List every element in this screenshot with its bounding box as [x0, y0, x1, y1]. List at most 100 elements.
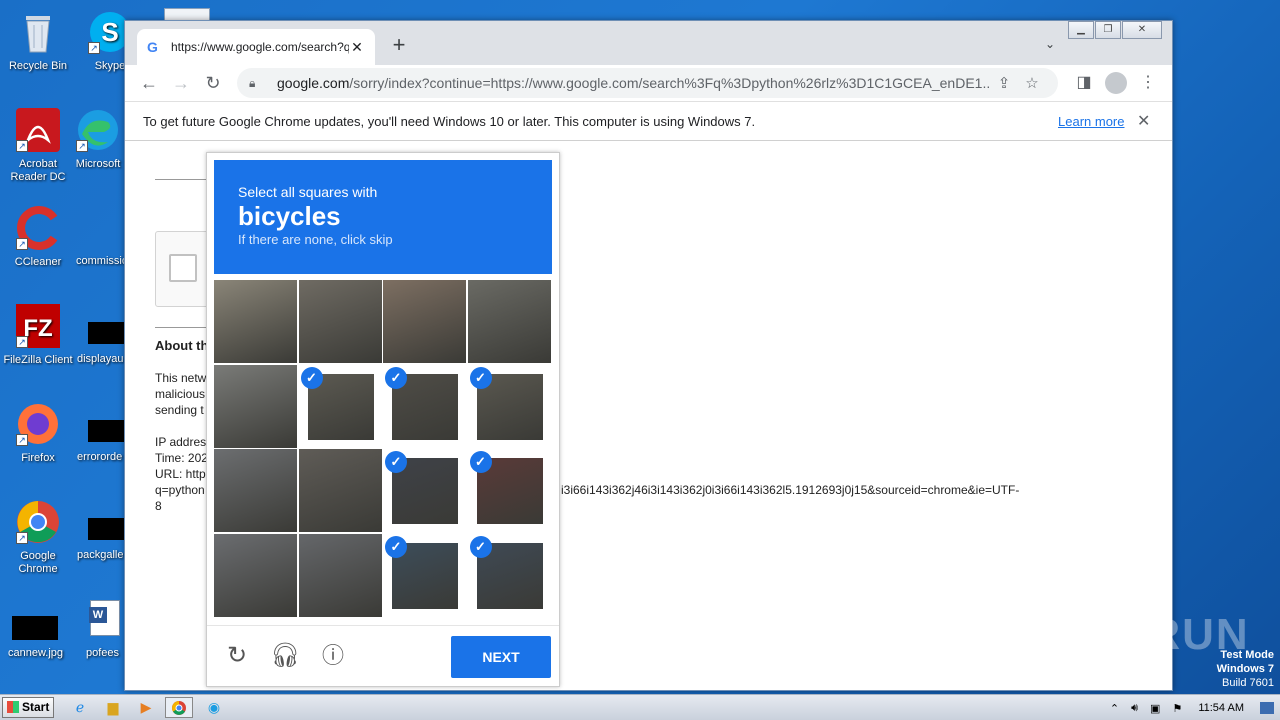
show-desktop-icon[interactable]	[1260, 702, 1274, 714]
share-icon[interactable]: ⇪	[990, 74, 1018, 92]
image-tile[interactable]	[467, 280, 551, 363]
challenge-footer: ↻ 🎧︎ ⓘ NEXT	[207, 625, 559, 687]
svg-text:S: S	[101, 17, 118, 47]
tile-image	[298, 533, 382, 617]
infobar-close-icon[interactable]: ✕	[1137, 111, 1150, 131]
restore-button[interactable]: ❐	[1095, 21, 1121, 39]
google-favicon-icon: G	[147, 39, 158, 55]
back-button[interactable]: ←	[133, 73, 165, 94]
action-center-flag-icon[interactable]: ⚑	[1172, 702, 1182, 715]
image-tile[interactable]	[214, 449, 297, 532]
tab-search-chevron-down-icon[interactable]: ⌄	[1045, 37, 1055, 51]
start-label: Start	[22, 700, 50, 714]
desktop-label-errororde[interactable]: errororde	[77, 451, 122, 463]
tile-image	[214, 449, 297, 532]
selected-check-icon: ✓	[469, 535, 492, 558]
tab-strip: G https://www.google.com/search?q= ✕ + ⌄…	[125, 21, 1172, 65]
image-tile[interactable]: ✓	[383, 449, 466, 532]
audio-challenge-headphones-icon[interactable]: 🎧︎	[270, 641, 300, 671]
close-window-button[interactable]: ✕	[1122, 21, 1162, 39]
clock[interactable]: 11:54 AM	[1198, 702, 1244, 714]
next-button[interactable]: NEXT	[451, 636, 551, 678]
taskbar-media-player-icon[interactable]: ▶	[132, 697, 160, 718]
bookmark-star-icon[interactable]: ☆	[1018, 74, 1046, 92]
desktop-label-displayau[interactable]: displayau	[77, 353, 123, 365]
selected-check-icon: ✓	[469, 366, 492, 389]
reload-button[interactable]: ↻	[197, 73, 229, 94]
side-panel-icon[interactable]: ◨	[1068, 71, 1100, 95]
image-tile[interactable]	[214, 280, 297, 363]
browser-toolbar: ← → ↻ 🔒︎ google.com/sorry/index?continue…	[125, 65, 1172, 101]
page-paragraph: This netw	[155, 371, 207, 385]
info-icon[interactable]: ⓘ	[318, 641, 348, 671]
taskbar-edge-icon[interactable]: ◉	[200, 697, 228, 718]
reload-challenge-icon[interactable]: ↻	[222, 641, 252, 671]
volume-icon[interactable]: 🔊︎	[1131, 702, 1138, 715]
image-tile[interactable]: ✓	[467, 364, 551, 448]
url-line-3: 8	[155, 499, 162, 513]
tile-image	[214, 364, 297, 448]
desktop-icon-chrome[interactable]: ↗ Google Chrome	[0, 498, 76, 576]
taskbar-explorer-icon[interactable]: ▆	[99, 697, 127, 718]
recaptcha-checkbox[interactable]	[169, 254, 197, 282]
tab-google-search[interactable]: G https://www.google.com/search?q= ✕	[137, 29, 375, 65]
desktop-icon-ccleaner[interactable]: ↗ CCleaner	[0, 204, 76, 269]
chrome-icon: ↗	[14, 498, 62, 546]
desktop-label-pofees[interactable]: pofees	[86, 647, 119, 659]
tile-image	[467, 280, 551, 363]
tray-expand-icon[interactable]: ⌃	[1110, 702, 1119, 715]
taskbar-ie-icon[interactable]: ℯ	[66, 697, 94, 718]
page-paragraph: malicious	[155, 387, 206, 401]
selected-check-icon: ✓	[300, 366, 323, 389]
address-bar[interactable]: 🔒︎ google.com/sorry/index?continue=https…	[237, 68, 1058, 98]
lock-icon[interactable]: 🔒︎	[249, 76, 263, 91]
desktop-label-commission[interactable]: commissio	[76, 255, 128, 267]
desktop-icon-label: Firefox	[21, 452, 55, 464]
desktop-label-cannew[interactable]: cannew.jpg	[8, 647, 63, 659]
new-tab-button[interactable]: +	[387, 33, 411, 57]
image-tile[interactable]: ✓	[383, 533, 466, 617]
challenge-instruction: Select all squares with	[238, 184, 378, 200]
shortcut-arrow-icon: ↗	[16, 140, 28, 152]
tab-close-icon[interactable]: ✕	[349, 39, 365, 56]
windows-flag-icon	[7, 701, 19, 713]
system-tray: ⌃ 🔊︎ ▣ ⚑ 11:54 AM	[1104, 695, 1280, 720]
filezilla-icon: FZ ↗	[14, 302, 62, 350]
network-icon[interactable]: ▣	[1150, 702, 1160, 715]
url-line-2: q=python	[155, 483, 205, 497]
start-button[interactable]: Start	[2, 697, 54, 718]
desktop-icon-recycle-bin[interactable]: Recycle Bin	[0, 8, 76, 73]
forward-button[interactable]: →	[165, 73, 197, 94]
desktop-icon-firefox[interactable]: ↗ Firefox	[0, 400, 76, 465]
desktop-icon-label: Google Chrome	[18, 550, 58, 575]
selected-check-icon: ✓	[469, 451, 492, 473]
shortcut-arrow-icon: ↗	[16, 238, 28, 250]
minimize-button[interactable]: ▁	[1068, 21, 1094, 39]
time-label: Time: 202	[155, 451, 208, 465]
shortcut-arrow-icon: ↗	[88, 42, 100, 54]
test-mode-label: Test Mode	[1220, 649, 1274, 661]
learn-more-link[interactable]: Learn more	[1058, 114, 1124, 129]
desktop-label-packgalle[interactable]: packgalle	[77, 549, 123, 561]
infobar-message: To get future Google Chrome updates, you…	[143, 113, 756, 129]
profile-avatar[interactable]	[1105, 72, 1127, 94]
image-tile[interactable]	[214, 364, 297, 448]
image-tile[interactable]	[298, 449, 382, 532]
image-tile[interactable]: ✓	[467, 533, 551, 617]
word-doc-icon[interactable]: W	[89, 600, 120, 636]
address-domain: google.com	[277, 75, 350, 91]
tile-image	[383, 280, 466, 363]
image-tile[interactable]	[214, 533, 297, 617]
image-tile[interactable]	[383, 280, 466, 363]
menu-kebab-icon[interactable]: ⋮	[1132, 71, 1164, 95]
taskbar-chrome-icon[interactable]	[165, 697, 193, 718]
desktop-icon-filezilla[interactable]: FZ ↗ FileZilla Client	[0, 302, 76, 367]
image-tile[interactable]	[298, 533, 382, 617]
image-tile[interactable]	[298, 280, 382, 363]
desktop-blacked-icon	[88, 322, 124, 344]
image-tile[interactable]: ✓	[383, 364, 466, 448]
image-tile[interactable]: ✓	[467, 449, 551, 532]
image-tile[interactable]: ✓	[298, 364, 382, 448]
desktop-icon-label: CCleaner	[14, 256, 62, 268]
recycle-bin-icon	[14, 8, 62, 56]
